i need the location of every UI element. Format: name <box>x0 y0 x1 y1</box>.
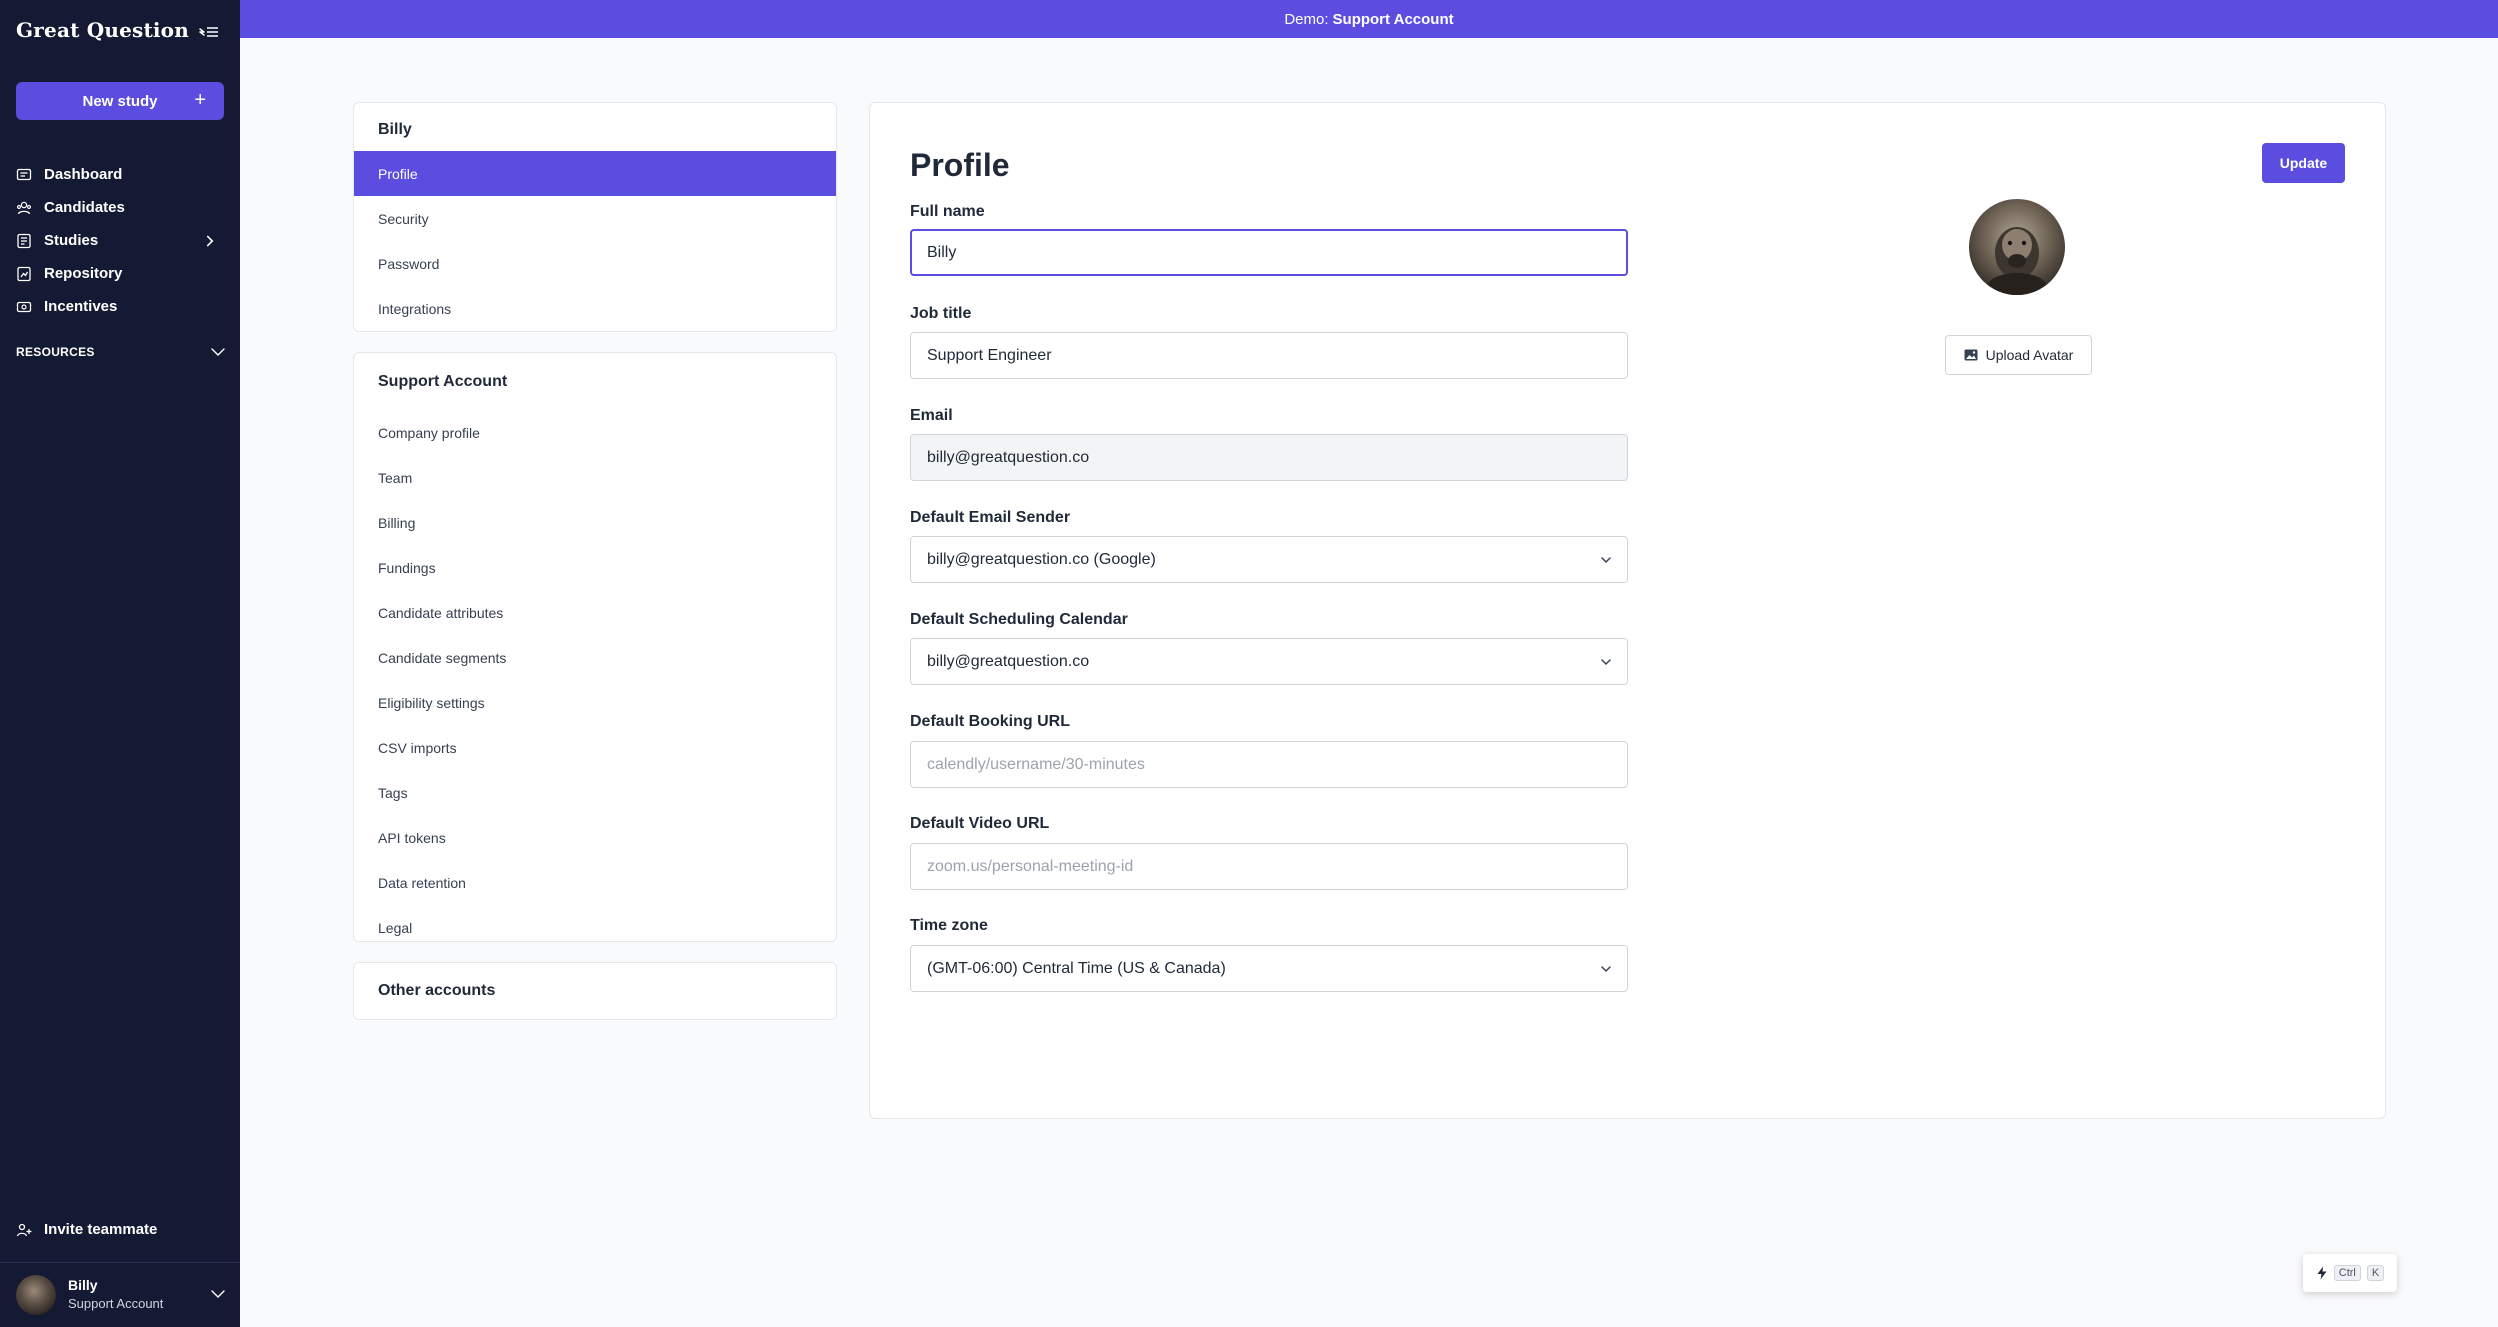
scheduling-calendar-select[interactable]: billy@greatquestion.co <box>910 638 1628 685</box>
scheduling-calendar-label: Default Scheduling Calendar <box>910 611 1128 628</box>
sidebar-item-incentives[interactable]: Incentives <box>16 290 230 323</box>
user-menu[interactable]: Billy Support Account <box>0 1262 240 1327</box>
profile-panel: Profile Update Full name Billy Job title… <box>869 102 2386 1119</box>
video-url-label: Default Video URL <box>910 815 1050 832</box>
settings-item-security[interactable]: Security <box>354 196 836 241</box>
personal-settings-title: Billy <box>378 121 412 138</box>
upload-avatar-label: Upload Avatar <box>1985 347 2074 363</box>
email-label: Email <box>910 407 953 424</box>
email-sender-label: Default Email Sender <box>910 509 1071 526</box>
full-name-input[interactable]: Billy <box>910 229 1628 276</box>
app-logo[interactable]: Great Question <box>16 18 189 42</box>
dashboard-icon <box>16 168 32 180</box>
job-title-input[interactable]: Support Engineer <box>910 332 1628 379</box>
other-accounts-title: Other accounts <box>378 982 496 999</box>
sidebar-item-repository[interactable]: Repository <box>16 257 230 290</box>
account-settings-card: Support Account Company profile Team Bil… <box>353 352 837 942</box>
booking-url-input[interactable]: calendly/username/30-minutes <box>910 741 1628 788</box>
main-nav: Dashboard Candidates Studies Repository … <box>16 158 230 323</box>
resources-label: RESOURCES <box>16 345 95 359</box>
sidebar-item-candidates[interactable]: Candidates <box>16 191 230 224</box>
banner-account: Support Account <box>1332 10 1454 28</box>
time-zone-value: (GMT-06:00) Central Time (US & Canada) <box>927 959 1226 977</box>
avatar <box>16 1275 56 1315</box>
kbd-ctrl: Ctrl <box>2333 1265 2361 1281</box>
settings-item-candidate-attributes[interactable]: Candidate attributes <box>354 590 836 635</box>
lightning-icon <box>2317 1266 2327 1280</box>
banner-prefix: Demo: <box>1284 10 1329 28</box>
command-palette-button[interactable]: Ctrl K <box>2303 1254 2397 1292</box>
studies-icon <box>17 233 31 248</box>
chevron-down-icon <box>1601 557 1611 564</box>
new-study-label: New study <box>82 92 158 110</box>
chevron-down-icon <box>211 348 225 356</box>
settings-item-company-profile[interactable]: Company profile <box>354 410 836 455</box>
scheduling-calendar-value: billy@greatquestion.co <box>927 652 1090 670</box>
settings-item-integrations[interactable]: Integrations <box>354 286 836 331</box>
email-sender-select[interactable]: billy@greatquestion.co (Google) <box>910 536 1628 583</box>
new-study-button[interactable]: New study + <box>16 82 224 120</box>
settings-item-profile[interactable]: Profile <box>354 151 836 196</box>
settings-item-csv-imports[interactable]: CSV imports <box>354 725 836 770</box>
plus-icon: + <box>194 89 206 111</box>
demo-banner: Demo: Support Account <box>240 0 2498 38</box>
sidebar-item-label: Incentives <box>44 298 118 315</box>
sidebar-item-label: Candidates <box>44 199 125 216</box>
email-field: billy@greatquestion.co <box>910 434 1628 481</box>
settings-item-team[interactable]: Team <box>354 455 836 500</box>
candidates-icon <box>17 201 31 214</box>
sidebar-item-label: Studies <box>44 232 99 249</box>
chevron-down-icon <box>211 1290 225 1298</box>
user-name: Billy <box>68 1277 98 1293</box>
profile-avatar <box>1969 199 2065 295</box>
full-name-label: Full name <box>910 203 985 220</box>
chevron-down-icon <box>1601 659 1611 666</box>
resources-section-toggle[interactable]: RESOURCES <box>16 345 226 359</box>
kbd-k: K <box>2366 1265 2385 1281</box>
sidebar-item-label: Dashboard <box>44 166 123 183</box>
settings-item-eligibility-settings[interactable]: Eligibility settings <box>354 680 836 725</box>
chevron-right-icon[interactable] <box>202 233 218 249</box>
repository-icon <box>17 266 31 281</box>
sidebar-item-label: Repository <box>44 265 123 282</box>
time-zone-select[interactable]: (GMT-06:00) Central Time (US & Canada) <box>910 945 1628 992</box>
account-settings-title: Support Account <box>378 373 508 390</box>
sidebar-item-dashboard[interactable]: Dashboard <box>16 158 230 191</box>
other-accounts-card[interactable]: Other accounts <box>353 962 837 1020</box>
settings-item-legal[interactable]: Legal <box>354 905 836 950</box>
page-title: Profile <box>910 147 1010 183</box>
invite-label: Invite teammate <box>44 1221 158 1238</box>
job-title-label: Job title <box>910 305 972 322</box>
settings-item-tags[interactable]: Tags <box>354 770 836 815</box>
settings-item-billing[interactable]: Billing <box>354 500 836 545</box>
image-icon <box>1964 349 1978 361</box>
booking-url-label: Default Booking URL <box>910 713 1070 730</box>
user-org: Support Account <box>68 1296 164 1311</box>
settings-item-fundings[interactable]: Fundings <box>354 545 836 590</box>
collapse-sidebar-icon[interactable] <box>196 22 220 42</box>
incentives-icon <box>16 301 32 312</box>
invite-teammate-button[interactable]: Invite teammate <box>16 1221 157 1238</box>
update-button[interactable]: Update <box>2262 143 2345 183</box>
settings-item-password[interactable]: Password <box>354 241 836 286</box>
invite-user-icon <box>16 1223 32 1236</box>
settings-item-api-tokens[interactable]: API tokens <box>354 815 836 860</box>
sidebar: Great Question New study + Dashboard Can… <box>0 0 240 1327</box>
video-url-input[interactable]: zoom.us/personal-meeting-id <box>910 843 1628 890</box>
settings-item-candidate-segments[interactable]: Candidate segments <box>354 635 836 680</box>
sidebar-item-studies[interactable]: Studies <box>16 224 230 257</box>
personal-settings-card: Billy Profile Security Password Integrat… <box>353 102 837 332</box>
chevron-down-icon <box>1601 966 1611 973</box>
time-zone-label: Time zone <box>910 917 988 934</box>
settings-item-data-retention[interactable]: Data retention <box>354 860 836 905</box>
upload-avatar-button[interactable]: Upload Avatar <box>1945 335 2092 375</box>
email-sender-value: billy@greatquestion.co (Google) <box>927 550 1156 568</box>
